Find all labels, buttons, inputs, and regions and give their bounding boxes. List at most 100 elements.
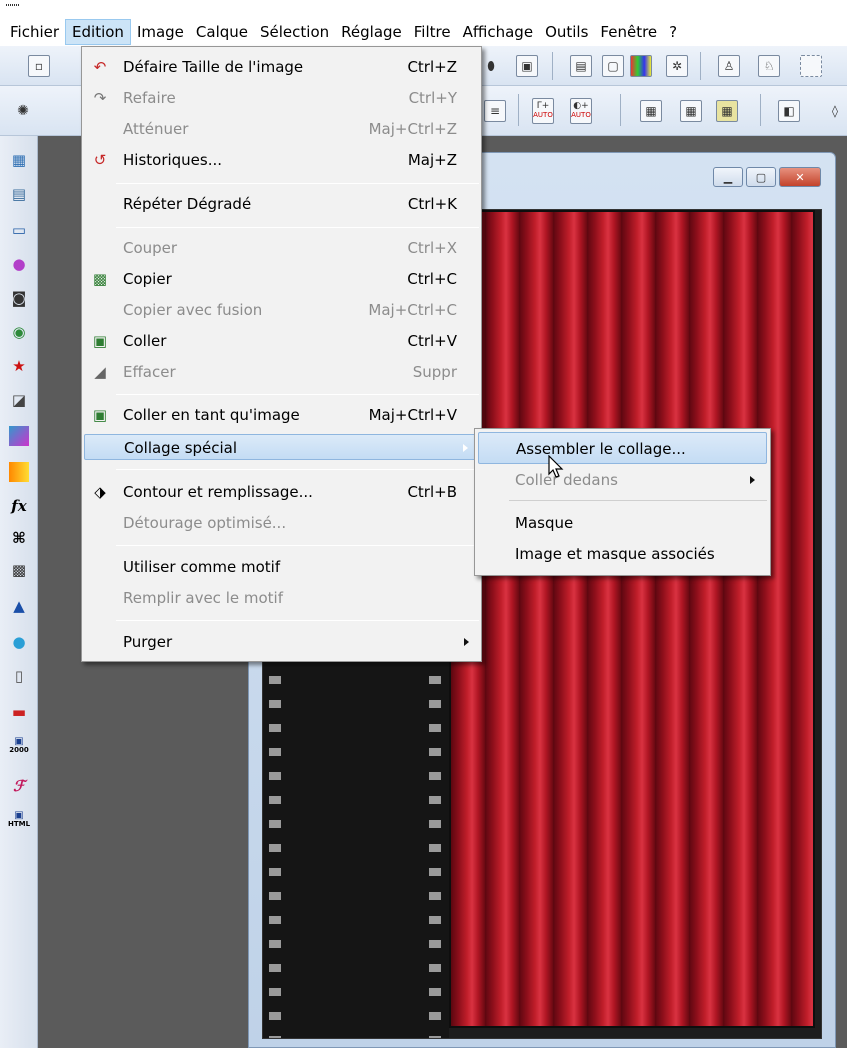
menu-item-historiques[interactable]: ↺ Historiques... Maj+Z (84, 147, 479, 173)
menu-item-contour[interactable]: ⬗ Contour et remplissage... Ctrl+B (84, 479, 479, 505)
sphere-icon[interactable]: ● (9, 254, 29, 274)
submenu-item-label: Masque (515, 514, 574, 532)
circle-icon[interactable]: ● (9, 632, 29, 652)
image-tool-icon[interactable]: ▣ (516, 55, 538, 77)
gradient-icon[interactable] (9, 426, 29, 446)
grid-tool-icon[interactable]: ▦ (640, 100, 662, 122)
frame-tool-icon[interactable]: ▢ (602, 55, 624, 77)
minimize-button[interactable]: ▁ (713, 167, 743, 187)
pattern-icon[interactable]: ⌘ (9, 528, 29, 548)
menu-reglage[interactable]: Réglage (335, 19, 408, 45)
save-html-label: HTML (7, 820, 31, 828)
toolbar-separator (620, 94, 621, 126)
document-icon[interactable]: ▤ (9, 184, 29, 204)
menu-item-attenuer[interactable]: Atténuer Maj+Ctrl+Z (84, 116, 479, 142)
texture-icon[interactable]: ▩ (9, 560, 29, 580)
menu-item-remplir-motif[interactable]: Remplir avec le motif (84, 585, 479, 611)
histogram-icon[interactable]: ▲ (9, 596, 29, 616)
pattern-tool-icon[interactable]: ▦ (716, 100, 738, 122)
submenu-item-coller-dedans[interactable]: Coller dedans (478, 464, 767, 496)
orange-fill-icon[interactable] (9, 462, 29, 482)
submenu-item-masque[interactable]: Masque (478, 507, 767, 539)
tools-panel: ▦ ▤ ▭ ● ◙ ◉ ★ ◪ fx ⌘ ▩ ▲ ● ▯ ▬ ▣ 2000 ℱ ▣… (0, 136, 38, 1048)
globe-icon[interactable]: ◉ (9, 322, 29, 342)
menu-item-shortcut: Maj+Ctrl+V (368, 406, 457, 424)
menu-item-detourage[interactable]: Détourage optimisé... (84, 510, 479, 536)
menu-item-collage-special[interactable]: Collage spécial (84, 434, 479, 460)
menu-item-undo[interactable]: ↶ Défaire Taille de l'image Ctrl+Z (84, 54, 479, 80)
drop-icon[interactable]: ◊ (824, 100, 846, 122)
menu-item-redo[interactable]: ↷ Refaire Ctrl+Y (84, 85, 479, 111)
font-icon[interactable]: ℱ (9, 776, 29, 796)
save-2000-icon[interactable]: ▣ 2000 (9, 736, 29, 756)
new-file-icon[interactable]: ▫ (28, 55, 50, 77)
menu-item-shortcut: Ctrl+X (407, 239, 457, 257)
undo-icon: ↶ (93, 58, 107, 76)
star-icon[interactable]: ★ (9, 356, 29, 376)
menu-bar: Fichier Edition Image Calque Sélection R… (0, 18, 847, 46)
person-tool-icon[interactable]: ♙ (718, 55, 740, 77)
menu-selection[interactable]: Sélection (254, 19, 335, 45)
submenu-item-assembler[interactable]: Assembler le collage... (478, 432, 767, 464)
menu-image[interactable]: Image (131, 19, 190, 45)
menu-item-repeter[interactable]: Répéter Dégradé Ctrl+K (84, 191, 479, 217)
menu-item-shortcut: Ctrl+Y (408, 89, 457, 107)
menu-item-utiliser-motif[interactable]: Utiliser comme motif (84, 554, 479, 580)
bucket-tool-icon[interactable]: ⬮ (480, 55, 502, 77)
menu-item-coller-image[interactable]: ▣ Coller en tant qu'image Maj+Ctrl+V (84, 402, 479, 428)
menu-item-shortcut: Ctrl+C (407, 270, 457, 288)
layer-tool-icon[interactable]: ◧ (778, 100, 800, 122)
auto-levels-label: AUTO (533, 111, 553, 119)
selection-tool-icon[interactable] (800, 55, 822, 77)
menu-item-label: Atténuer (123, 120, 189, 138)
menu-separator (116, 545, 479, 546)
menu-help[interactable]: ? (663, 19, 683, 45)
menu-item-copier-fusion[interactable]: Copier avec fusion Maj+Ctrl+C (84, 297, 479, 323)
menu-item-effacer[interactable]: ◢ Effacer Suppr (84, 359, 479, 385)
copy-icon: ▩ (92, 270, 108, 288)
menu-fenetre[interactable]: Fenêtre (594, 19, 663, 45)
camera-icon[interactable]: ◙ (9, 288, 29, 308)
menu-item-copier[interactable]: ▩ Copier Ctrl+C (84, 266, 479, 292)
menu-edition[interactable]: Edition (65, 19, 131, 45)
fill-bucket-icon: ⬗ (94, 483, 106, 501)
image-strip-icon[interactable]: ▬ (9, 702, 29, 722)
curves-icon[interactable]: ≡ (484, 100, 506, 122)
menu-affichage[interactable]: Affichage (457, 19, 539, 45)
auto-contrast-icon[interactable]: ◐+ AUTO (570, 98, 592, 124)
page-icon[interactable]: ◪ (9, 390, 29, 410)
book-icon[interactable]: ▯ (9, 666, 29, 686)
menu-item-shortcut: Ctrl+V (407, 332, 457, 350)
submenu-item-label: Coller dedans (515, 471, 618, 489)
menu-calque[interactable]: Calque (190, 19, 254, 45)
fx-icon[interactable]: fx (9, 496, 29, 516)
brightness-icon[interactable]: ✺ (12, 100, 34, 122)
mosaic-tool-icon[interactable]: ▦ (680, 100, 702, 122)
submenu-item-image-masque[interactable]: Image et masque associés (478, 538, 767, 570)
close-button[interactable]: ✕ (779, 167, 821, 187)
color-palette-icon[interactable] (630, 55, 652, 77)
menu-item-label: Purger (123, 633, 173, 651)
submenu-arrow-icon (750, 476, 755, 484)
menu-filtre[interactable]: Filtre (408, 19, 457, 45)
menu-item-label: Coller (123, 332, 167, 350)
window-controls: ▁ ▢ ✕ (713, 167, 821, 187)
menu-item-purger[interactable]: Purger (84, 629, 479, 655)
paste-icon: ▣ (92, 332, 108, 350)
maximize-button[interactable]: ▢ (746, 167, 776, 187)
menu-outils[interactable]: Outils (539, 19, 594, 45)
monitor-icon[interactable]: ▭ (9, 220, 29, 240)
save-html-icon[interactable]: ▣ HTML (7, 810, 31, 830)
settings-tool-icon[interactable]: ✲ (666, 55, 688, 77)
history-icon: ↺ (93, 151, 107, 169)
menu-separator (116, 620, 479, 621)
figure-tool-icon[interactable]: ♘ (758, 55, 780, 77)
calculator-icon[interactable]: ▦ (9, 150, 29, 170)
menu-item-couper[interactable]: Couper Ctrl+X (84, 235, 479, 261)
gradient-tool-icon[interactable]: ▤ (570, 55, 592, 77)
menu-fichier[interactable]: Fichier (4, 19, 65, 45)
menu-item-label: Utiliser comme motif (123, 558, 281, 576)
auto-levels-icon[interactable]: Γ+ AUTO (532, 98, 554, 124)
menu-item-label: Défaire Taille de l'image (123, 58, 304, 76)
menu-item-coller[interactable]: ▣ Coller Ctrl+V (84, 328, 479, 354)
